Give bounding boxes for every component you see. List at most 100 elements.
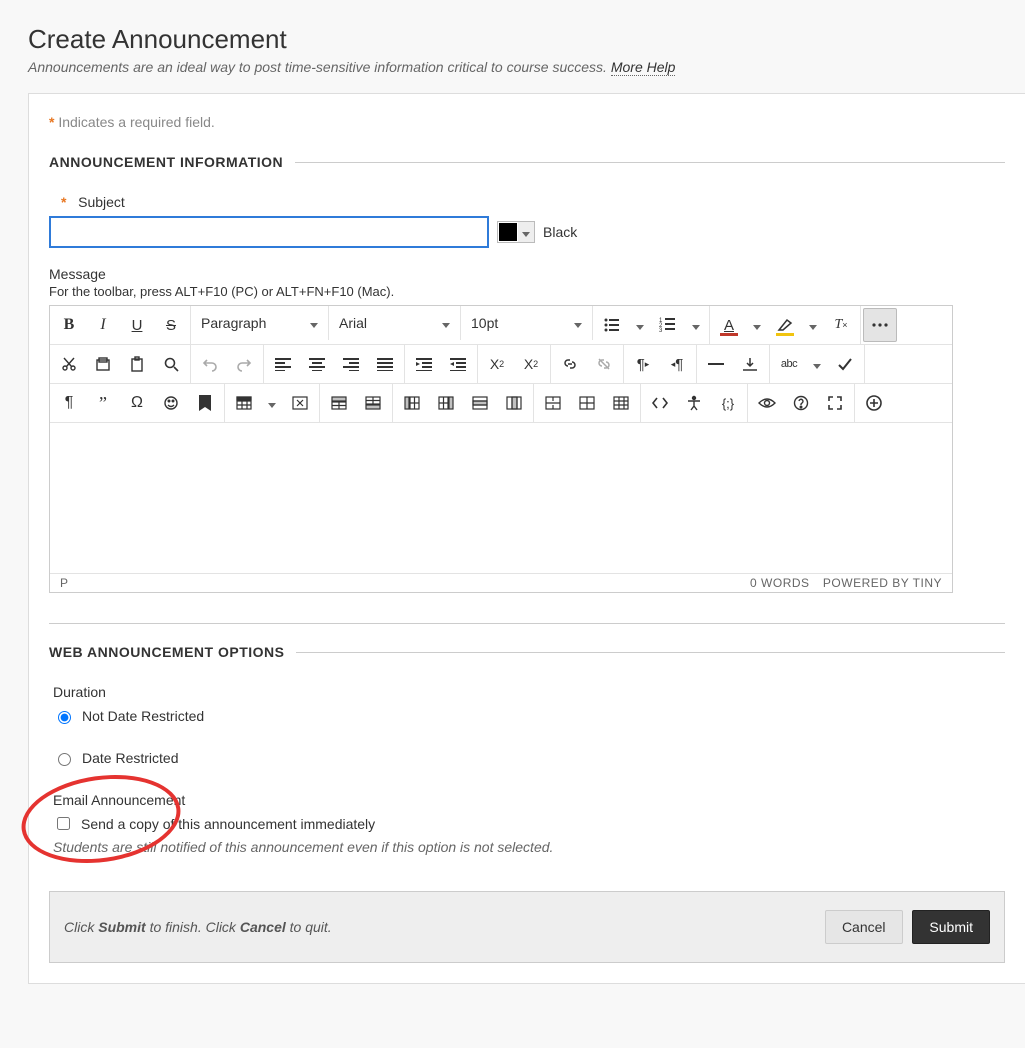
chevron-down-icon[interactable]	[629, 308, 651, 342]
page-title: Create Announcement	[28, 24, 1025, 55]
more-help-link[interactable]: More Help	[611, 59, 676, 76]
insert-line-icon[interactable]	[733, 347, 767, 381]
align-justify-icon[interactable]	[368, 347, 402, 381]
radio-date-restricted[interactable]: Date Restricted	[53, 750, 1005, 766]
font-size-select[interactable]: 10pt	[461, 306, 593, 340]
chevron-down-icon[interactable]	[746, 308, 768, 342]
merge-cells-icon[interactable]	[536, 386, 570, 420]
form-footer: Click Submit to finish. Click Cancel to …	[49, 891, 1005, 963]
strikethrough-icon[interactable]: S	[154, 308, 188, 342]
numbered-list-icon[interactable]: 123	[651, 308, 685, 342]
blockquote-icon[interactable]: ”	[86, 386, 120, 420]
redo-icon[interactable]	[227, 347, 261, 381]
indent-icon[interactable]	[407, 347, 441, 381]
chevron-down-icon[interactable]	[261, 386, 283, 420]
delete-row-icon[interactable]	[463, 386, 497, 420]
cell-props-icon[interactable]	[604, 386, 638, 420]
swatch-black	[499, 223, 517, 241]
toolbar-hint: For the toolbar, press ALT+F10 (PC) or A…	[49, 284, 1005, 299]
cut-icon[interactable]	[52, 347, 86, 381]
insert-col-left-icon[interactable]	[395, 386, 429, 420]
subject-label: * Subject	[49, 194, 1005, 210]
table-icon[interactable]	[227, 386, 261, 420]
copy-icon[interactable]	[86, 347, 120, 381]
email-checkbox-row[interactable]: Send a copy of this announcement immedia…	[53, 814, 1005, 833]
accessibility-icon[interactable]	[677, 386, 711, 420]
undo-icon[interactable]	[193, 347, 227, 381]
editor-path[interactable]: P	[60, 576, 68, 590]
ltr-icon[interactable]: ¶▸	[626, 347, 660, 381]
paragraph-format-select[interactable]: Paragraph	[191, 306, 329, 340]
format-select-value: Paragraph	[201, 315, 266, 331]
footer-hint: Click Submit to finish. Click Cancel to …	[64, 919, 332, 935]
anchor-icon[interactable]	[188, 386, 222, 420]
spellcheck-icon[interactable]: abc	[772, 347, 806, 381]
color-name-label: Black	[543, 224, 577, 240]
section1-title: ANNOUNCEMENT INFORMATION	[49, 154, 283, 170]
svg-text:3: 3	[659, 328, 663, 334]
more-toolbar-icon[interactable]	[863, 308, 897, 342]
help-icon[interactable]	[784, 386, 818, 420]
fullscreen-icon[interactable]	[818, 386, 852, 420]
source-code-icon[interactable]	[643, 386, 677, 420]
divider	[296, 652, 1005, 653]
add-content-icon[interactable]	[857, 386, 891, 420]
subject-input[interactable]	[49, 216, 489, 248]
font-family-select[interactable]: Arial	[329, 306, 461, 340]
color-picker[interactable]	[497, 221, 535, 243]
insert-row-above-icon[interactable]	[322, 386, 356, 420]
rtl-icon[interactable]: ◂¶	[660, 347, 694, 381]
subject-label-text: Subject	[78, 194, 125, 210]
chevron-down-icon[interactable]	[685, 308, 707, 342]
radio-not-restricted[interactable]: Not Date Restricted	[53, 708, 1005, 724]
subtitle-text: Announcements are an ideal way to post t…	[28, 59, 607, 75]
special-char-icon[interactable]: Ω	[120, 386, 154, 420]
editor-content-area[interactable]	[50, 423, 952, 573]
pilcrow-icon[interactable]: ¶	[52, 386, 86, 420]
clear-formatting-icon[interactable]: T×	[824, 308, 858, 342]
size-select-value: 10pt	[471, 315, 498, 331]
delete-col-icon[interactable]	[497, 386, 531, 420]
chevron-down-icon[interactable]	[806, 347, 828, 381]
asterisk-icon: *	[61, 194, 66, 210]
paste-icon[interactable]	[120, 347, 154, 381]
section-announcement-info: ANNOUNCEMENT INFORMATION	[49, 154, 1005, 170]
horizontal-rule-icon[interactable]	[699, 347, 733, 381]
bold-icon[interactable]: B	[52, 308, 86, 342]
italic-icon[interactable]: I	[86, 308, 120, 342]
email-checkbox[interactable]	[57, 817, 70, 830]
radio-date-restricted-input[interactable]	[58, 753, 71, 766]
remove-link-icon[interactable]	[587, 347, 621, 381]
emoji-icon[interactable]	[154, 386, 188, 420]
code-sample-icon[interactable]: {;}	[711, 386, 745, 420]
divider	[295, 162, 1005, 163]
checkmark-icon[interactable]	[828, 347, 862, 381]
superscript-icon[interactable]: X2	[480, 347, 514, 381]
section-web-options: WEB ANNOUNCEMENT OPTIONS	[49, 644, 1005, 660]
align-center-icon[interactable]	[300, 347, 334, 381]
find-replace-icon[interactable]	[154, 347, 188, 381]
underline-icon[interactable]: U	[120, 308, 154, 342]
powered-by[interactable]: POWERED BY TINY	[823, 576, 942, 590]
font-select-value: Arial	[339, 315, 367, 331]
outdent-icon[interactable]	[441, 347, 475, 381]
radio-not-restricted-label: Not Date Restricted	[82, 708, 204, 724]
chevron-down-icon[interactable]	[802, 308, 824, 342]
cancel-button[interactable]: Cancel	[825, 910, 903, 944]
chevron-down-icon	[518, 222, 534, 242]
align-right-icon[interactable]	[334, 347, 368, 381]
insert-link-icon[interactable]	[553, 347, 587, 381]
submit-button[interactable]: Submit	[912, 910, 990, 944]
insert-row-below-icon[interactable]	[356, 386, 390, 420]
highlight-color-icon[interactable]	[768, 308, 802, 342]
bulleted-list-icon[interactable]	[595, 308, 629, 342]
subscript-icon[interactable]: X2	[514, 347, 548, 381]
align-left-icon[interactable]	[266, 347, 300, 381]
split-cells-icon[interactable]	[570, 386, 604, 420]
delete-table-icon[interactable]	[283, 386, 317, 420]
insert-col-right-icon[interactable]	[429, 386, 463, 420]
preview-icon[interactable]	[750, 386, 784, 420]
text-color-icon[interactable]: A	[712, 308, 746, 342]
page-subtitle: Announcements are an ideal way to post t…	[28, 59, 1025, 75]
radio-not-restricted-input[interactable]	[58, 711, 71, 724]
